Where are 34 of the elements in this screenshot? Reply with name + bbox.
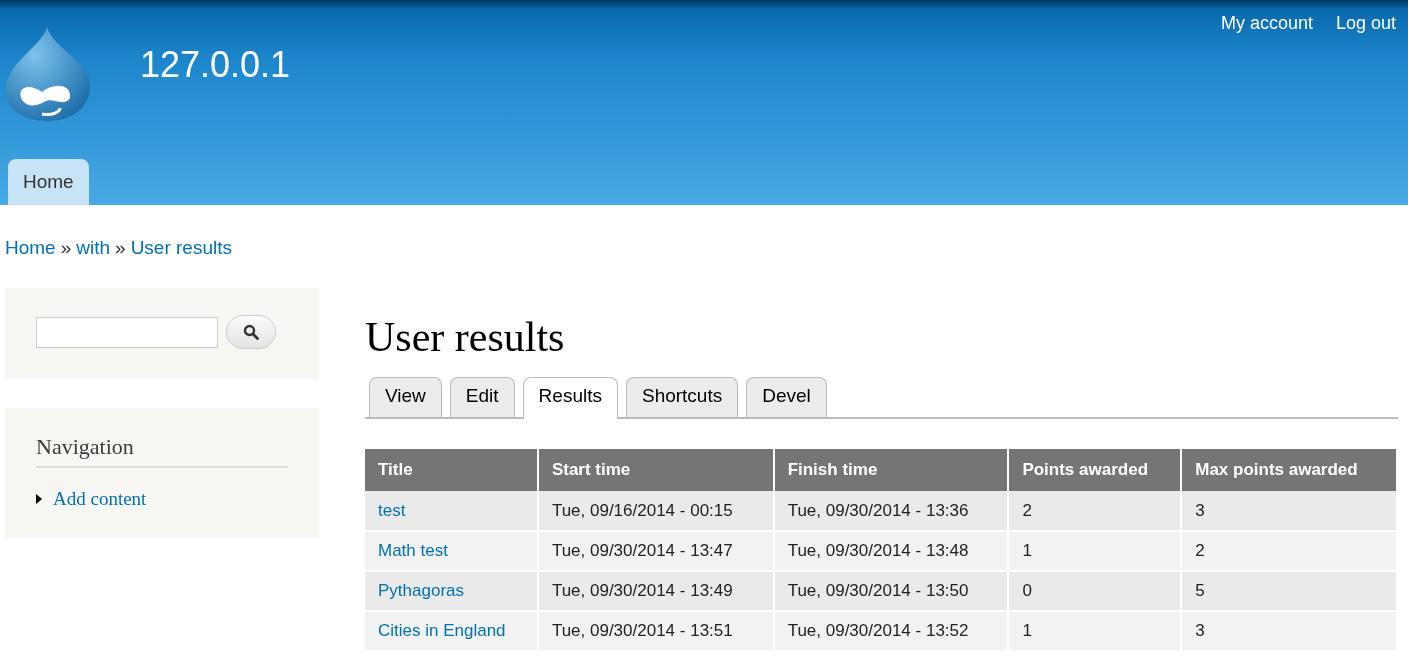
tab[interactable]: Devel xyxy=(746,377,827,417)
result-link[interactable]: test xyxy=(378,500,406,520)
column-header[interactable]: Title xyxy=(365,449,538,491)
page-title: User results xyxy=(365,313,566,361)
user-link[interactable]: Log out xyxy=(1335,13,1396,34)
breadcrumb-separator: » xyxy=(115,237,126,260)
breadcrumb-separator: » xyxy=(60,237,72,260)
column-header[interactable]: Finish time xyxy=(773,449,1009,491)
breadcrumb-link[interactable]: with xyxy=(76,237,111,271)
tab[interactable]: View xyxy=(369,377,442,417)
table-cell: 3 xyxy=(1181,611,1397,651)
tab[interactable]: Shortcuts xyxy=(625,377,739,417)
triangle-bullet-icon xyxy=(36,494,42,504)
result-link[interactable]: Cities in England xyxy=(378,621,506,640)
menu-tab[interactable]: Home xyxy=(8,159,89,205)
tab[interactable]: Edit xyxy=(449,377,515,417)
column-header[interactable]: Start time xyxy=(537,449,774,491)
breadcrumb-link[interactable]: Home xyxy=(5,237,56,271)
result-link[interactable]: Pythagoras xyxy=(378,581,464,600)
table-cell: Tue, 09/30/2014 - 13:51 xyxy=(537,611,774,651)
search-field[interactable] xyxy=(36,316,218,348)
table-cell: 1 xyxy=(1008,611,1182,651)
search-button[interactable] xyxy=(226,315,276,349)
column-header[interactable]: Max points awarded xyxy=(1181,449,1397,491)
tab[interactable]: Results xyxy=(522,377,618,419)
search-icon xyxy=(243,324,259,340)
user-link[interactable]: My account xyxy=(1220,13,1313,34)
result-link[interactable]: Math test xyxy=(378,541,448,560)
table-cell: Tue, 09/30/2014 - 13:52 xyxy=(773,611,1009,651)
block-title: Navigation xyxy=(36,434,288,468)
site-name-link[interactable]: 127.0.0.1 xyxy=(140,44,291,86)
column-header[interactable]: Points awarded xyxy=(1008,449,1182,491)
breadcrumb-link[interactable]: User results xyxy=(130,237,232,271)
nav-link[interactable]: Add content xyxy=(53,488,147,510)
